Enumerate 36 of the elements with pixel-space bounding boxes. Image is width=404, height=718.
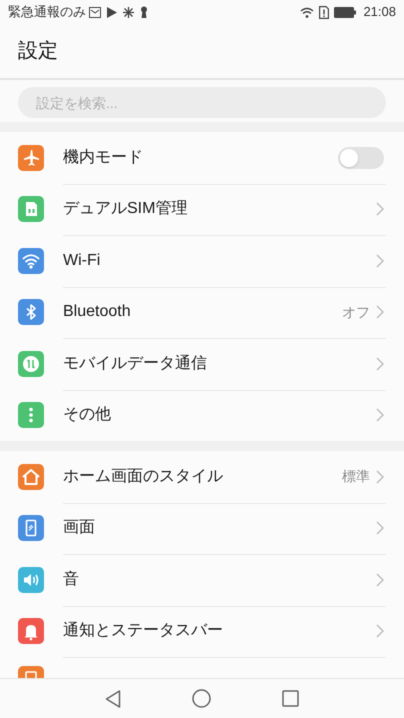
page-title: 設定 [18,39,58,64]
setting-label[interactable]: 画面 [63,516,376,540]
keyhole-icon [140,6,148,18]
clock-text: 21:08 [363,3,396,22]
chevron-icon [376,470,384,484]
wifi-icon [300,6,314,18]
setting-label[interactable]: Bluetooth [63,300,342,324]
chevron-icon [376,408,384,422]
home-button[interactable] [192,689,211,708]
battery-icon [334,6,356,18]
setting-label[interactable]: Wi-Fi [63,248,376,273]
chevron-icon [376,202,384,216]
chevron-icon [376,254,384,268]
toggle-switch[interactable] [338,146,384,169]
setting-label[interactable]: その他 [63,403,376,428]
mail-icon [89,6,101,18]
setting-label[interactable]: 音 [63,568,376,592]
carrier-text: 緊急通報のみ [8,3,86,22]
chevron-icon [376,624,384,638]
setting-label[interactable]: 通知とステータスバー [63,619,376,644]
setting-label[interactable]: デュアルSIM管理 [63,197,376,222]
play-icon [107,6,117,18]
setting-label[interactable]: モバイルデータ通信 [63,352,376,376]
recent-apps-button[interactable] [282,690,299,707]
chevron-icon [376,521,384,536]
chevron-icon [376,572,384,587]
setting-value: 標準 [342,467,370,486]
search-field[interactable]: 設定を検索... [18,87,386,118]
setting-label[interactable]: ホーム画面のスタイル [63,464,342,489]
snowflake-icon [123,6,134,18]
setting-value: オフ [342,302,370,322]
chevron-icon [376,305,384,320]
setting-label[interactable]: 機内モード [63,146,338,170]
back-button[interactable] [105,690,121,708]
chevron-icon [376,356,384,371]
sim-alert-icon [319,6,330,18]
